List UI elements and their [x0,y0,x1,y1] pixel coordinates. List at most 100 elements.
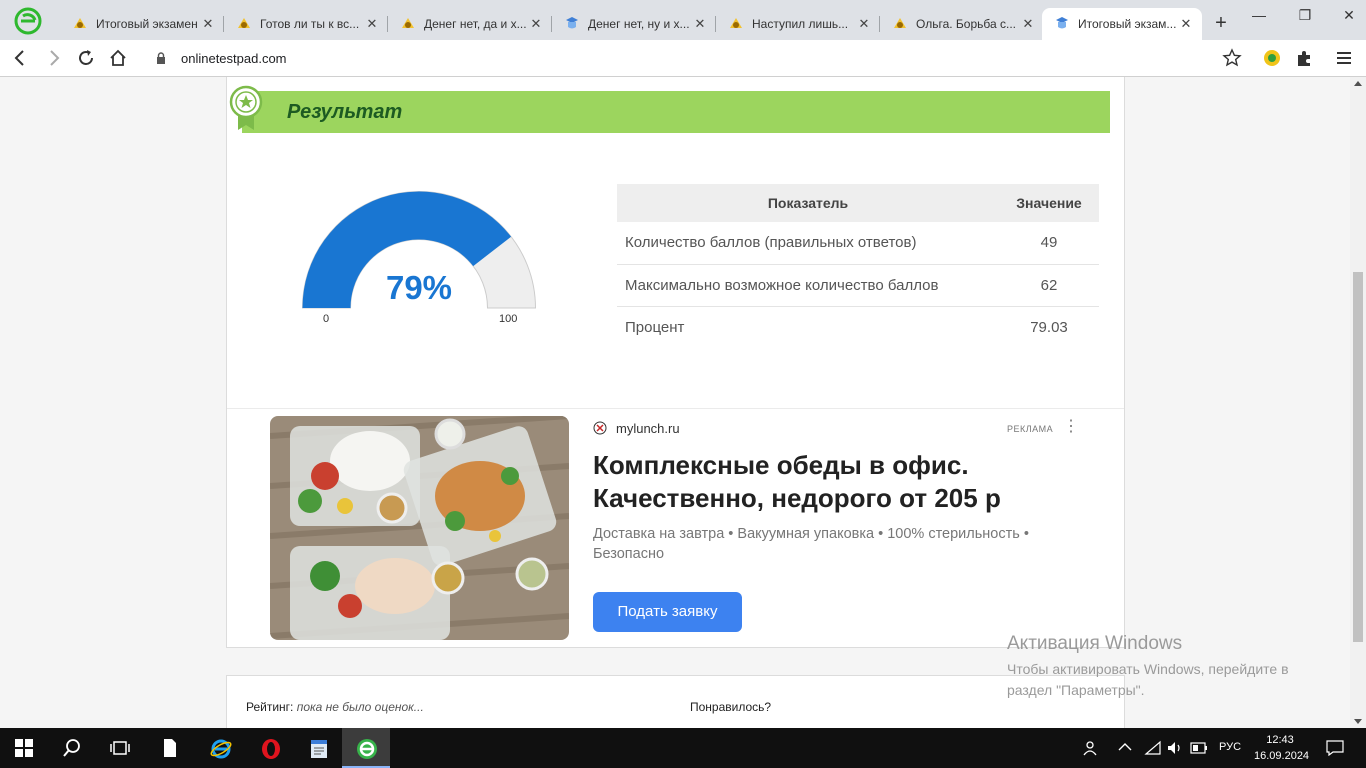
ad-headline[interactable]: Комплексные обеды в офис. Качественно, н… [593,449,1053,515]
row-value: 49 [999,222,1099,265]
close-icon[interactable]: ✕ [1020,16,1036,32]
gauge-max-label: 100 [499,313,518,325]
notifications-icon[interactable] [1326,740,1344,756]
row-value: 62 [999,264,1099,307]
close-icon[interactable]: ✕ [200,16,216,32]
close-icon[interactable]: ✕ [692,16,708,32]
close-window-button[interactable]: ✕ [1334,4,1364,26]
taskbar-app-notepad[interactable] [294,728,342,768]
table-row: Процент 79.03 [617,306,1099,348]
taskbar-app-browser[interactable] [342,728,390,768]
award-badge-icon [229,85,263,130]
row-label: Количество баллов (правильных ответов) [617,222,999,265]
tab-title: Наступил лишь... [752,17,849,31]
new-tab-button[interactable]: + [1210,12,1232,34]
rating-value: пока не было оценок... [296,700,424,714]
search-button[interactable] [48,728,96,768]
internet-explorer-icon [210,739,232,759]
close-icon[interactable]: ✕ [528,16,544,32]
ad-domain[interactable]: mylunch.ru [616,421,680,436]
tab-3[interactable]: Денег нет, да и х... ✕ [388,8,552,40]
clock-time: 12:43 [1266,734,1294,746]
task-view-icon [110,741,130,755]
battery-icon[interactable] [1190,741,1208,755]
home-icon[interactable] [108,48,128,68]
network-icon[interactable] [1144,740,1162,756]
tab-6[interactable]: Ольга. Борьба с... ✕ [880,8,1044,40]
tab-5[interactable]: Наступил лишь... ✕ [716,8,880,40]
close-icon[interactable]: ✕ [1178,16,1194,32]
volume-icon[interactable] [1166,740,1184,756]
windows-logo-icon [15,739,33,757]
maximize-button[interactable]: ❐ [1290,4,1320,26]
liked-label: Понравилось? [690,700,772,714]
minimize-button[interactable]: — [1244,4,1274,26]
row-value: 79.03 [1030,318,1068,336]
mylunch-logo-icon [593,421,607,435]
school-badge-icon [238,18,250,28]
bookmark-star-icon[interactable] [1222,48,1242,68]
opera-icon [262,739,280,759]
reload-icon[interactable] [76,48,96,68]
table-header-value: Значение [999,184,1099,222]
scroll-down-arrow-icon[interactable] [1354,719,1362,724]
school-badge-icon [894,18,906,28]
taskbar: РУС 12:43 16.09.2024 [0,728,1366,768]
taskbar-app-opera[interactable] [246,728,294,768]
language-indicator[interactable]: РУС [1219,741,1241,753]
result-header: Результат [242,91,1110,133]
table-header-row: Показатель Значение [617,184,1099,222]
more-options-icon[interactable]: ⋮ [1063,419,1079,435]
menu-icon[interactable] [1334,48,1354,68]
tab-title: Ольга. Борьба с... [916,17,1016,31]
table-row: Максимально возможное количество баллов … [617,264,1099,307]
row-label: Максимально возможное количество баллов [617,264,999,307]
forward-arrow-icon[interactable] [44,48,64,68]
browser-toolbar: onlinetestpad.com [0,40,1366,77]
tab-title: Итоговый экзам... [1078,17,1177,31]
activation-title: Активация Windows [1007,633,1183,654]
ad-image[interactable] [270,416,569,640]
rating-label: Рейтинг: пока не было оценок... [246,700,424,714]
url-text[interactable]: onlinetestpad.com [181,51,287,66]
close-icon[interactable]: ✕ [364,16,380,32]
tab-4[interactable]: Денег нет, ну и х... ✕ [552,8,716,40]
extensions-puzzle-icon[interactable] [1294,48,1314,68]
clock[interactable]: 12:43 16.09.2024 [1254,732,1309,764]
people-icon[interactable] [1083,740,1099,756]
tab-2[interactable]: Готов ли ты к вс... ✕ [224,8,388,40]
close-icon[interactable]: ✕ [856,16,872,32]
quiz-badge-icon [1056,17,1068,29]
taskbar-app-ie[interactable] [196,728,244,768]
task-view-button[interactable] [96,728,144,768]
browser-icon [357,739,377,759]
search-icon [63,739,80,757]
browser-logo-icon[interactable] [14,7,42,35]
address-bar[interactable]: onlinetestpad.com [142,44,1256,73]
school-badge-icon [402,18,414,28]
scrollbar-thumb[interactable] [1353,272,1363,642]
taskbar-app-files[interactable] [146,728,194,768]
table-row: Количество баллов (правильных ответов) 4… [617,222,1099,265]
chevron-up-icon[interactable] [1118,742,1132,752]
page-content: Результат 79% 0 100 Показатель Значение … [0,77,1350,728]
start-button[interactable] [0,728,48,768]
tab-title: Готов ли ты к вс... [260,17,360,31]
lock-icon[interactable] [156,52,166,64]
tab-strip: Итоговый экзамен ✕ Готов ли ты к вс... ✕… [0,0,1366,40]
tab-title: Денег нет, да и х... [424,17,527,31]
notepad-icon [311,740,327,758]
extension-badge-icon[interactable] [1262,48,1282,68]
tab-1[interactable]: Итоговый экзамен ✕ [60,8,224,40]
back-arrow-icon[interactable] [10,48,30,68]
submit-request-button[interactable]: Подать заявку [593,592,742,632]
document-icon [164,739,176,757]
page-scrollbar[interactable] [1350,77,1366,728]
tab-7-active[interactable]: Итоговый экзам... ✕ [1042,8,1202,40]
scroll-up-arrow-icon[interactable] [1354,81,1362,86]
rating-card: Рейтинг: пока не было оценок... Понравил… [226,675,1125,728]
school-badge-icon [730,18,742,28]
ad-text: Доставка на завтра • Вакуумная упаковка … [593,526,1029,562]
tab-title: Итоговый экзамен [96,17,198,31]
result-card: Результат 79% 0 100 Показатель Значение … [226,77,1125,648]
